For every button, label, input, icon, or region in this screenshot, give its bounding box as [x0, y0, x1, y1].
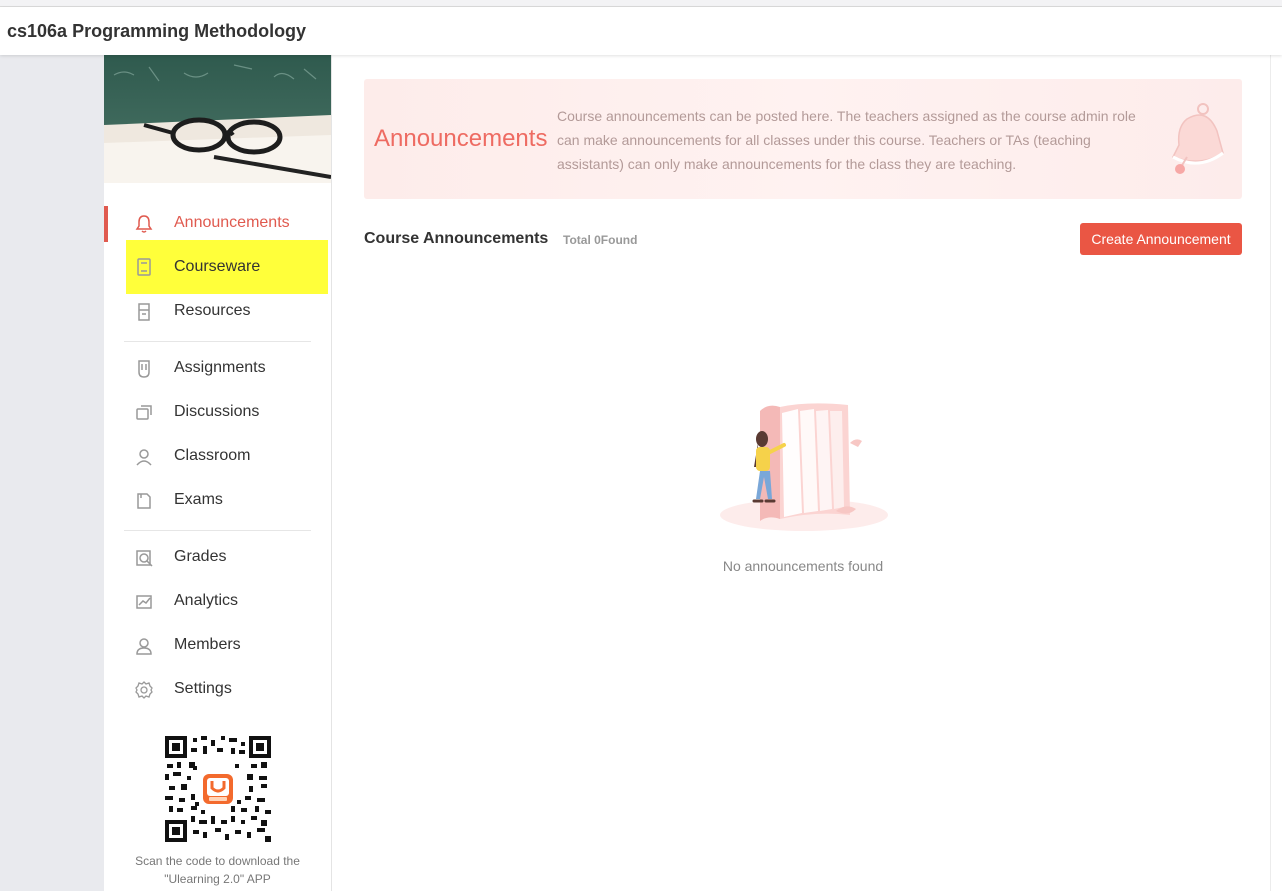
book-icon: [137, 258, 151, 276]
main-content: Announcements Course announcements can b…: [332, 55, 1270, 891]
sidebar-item-analytics[interactable]: Analytics: [104, 580, 331, 624]
empty-state-message: No announcements found: [722, 558, 884, 574]
sidebar-item-courseware[interactable]: Courseware: [126, 240, 328, 294]
scrollbar-track[interactable]: [1270, 55, 1282, 891]
sidebar-item-classroom[interactable]: Classroom: [104, 435, 331, 479]
sidebar-divider: [124, 530, 311, 531]
bell-icon: [135, 215, 153, 233]
sidebar-item-label: Assignments: [174, 359, 266, 376]
sidebar-item-label: Grades: [174, 548, 227, 565]
intro-title: Announcements: [374, 125, 548, 152]
sidebar-item-resources[interactable]: Resources: [104, 290, 331, 334]
qr-caption: Scan the code to download the "Ulearning…: [104, 852, 331, 888]
sidebar-item-assignments[interactable]: Assignments: [104, 347, 331, 391]
sidebar-item-label: Announcements: [174, 214, 290, 231]
announcements-intro-banner: Announcements Course announcements can b…: [364, 79, 1242, 199]
app-download-qr-code: [165, 736, 271, 842]
sidebar-divider: [124, 341, 311, 342]
sidebar-item-label: Resources: [174, 302, 251, 319]
sidebar-item-label: Exams: [174, 491, 223, 508]
exam-icon: [137, 493, 151, 509]
announcement-count: Total 0Found: [563, 233, 638, 247]
discussion-icon: [136, 405, 152, 420]
sidebar: Announcements Courseware Resources Assig…: [104, 55, 332, 891]
settings-icon: [135, 681, 153, 699]
sidebar-item-label: Members: [174, 636, 241, 653]
sidebar-item-exams[interactable]: Exams: [104, 479, 331, 523]
sidebar-item-label: Analytics: [174, 592, 239, 609]
sidebar-item-label: Classroom: [174, 447, 251, 464]
section-title: Course Announcements: [364, 230, 549, 247]
sidebar-item-label: Discussions: [174, 403, 260, 420]
assignment-icon: [138, 360, 150, 378]
intro-description: Course announcements can be posted here.…: [557, 108, 1136, 172]
sidebar-item-discussions[interactable]: Discussions: [104, 391, 331, 435]
course-header: cs106a Programming Methodology: [0, 7, 1282, 55]
sidebar-item-grades[interactable]: Grades: [104, 536, 331, 580]
create-announcement-button[interactable]: Create Announcement: [1080, 223, 1242, 255]
analytics-icon: [136, 595, 152, 609]
empty-state-illustration: [720, 403, 888, 531]
members-icon: [136, 638, 152, 655]
classroom-icon: [136, 449, 152, 466]
sidebar-item-label: Settings: [174, 680, 232, 697]
sidebar-item-label: Courseware: [174, 258, 261, 275]
grades-icon: [136, 550, 153, 567]
qr-caption-line: "Ulearning 2.0" APP: [164, 872, 271, 886]
sidebar-item-settings[interactable]: Settings: [104, 668, 331, 712]
browser-top-strip: [0, 0, 1282, 7]
bell-illustration-icon: [1171, 103, 1224, 174]
resources-icon: [138, 303, 150, 321]
qr-caption-line: Scan the code to download the: [135, 854, 300, 868]
sidebar-item-members[interactable]: Members: [104, 624, 331, 668]
course-title: cs106a Programming Methodology: [7, 21, 307, 41]
course-banner-image: [104, 55, 331, 183]
